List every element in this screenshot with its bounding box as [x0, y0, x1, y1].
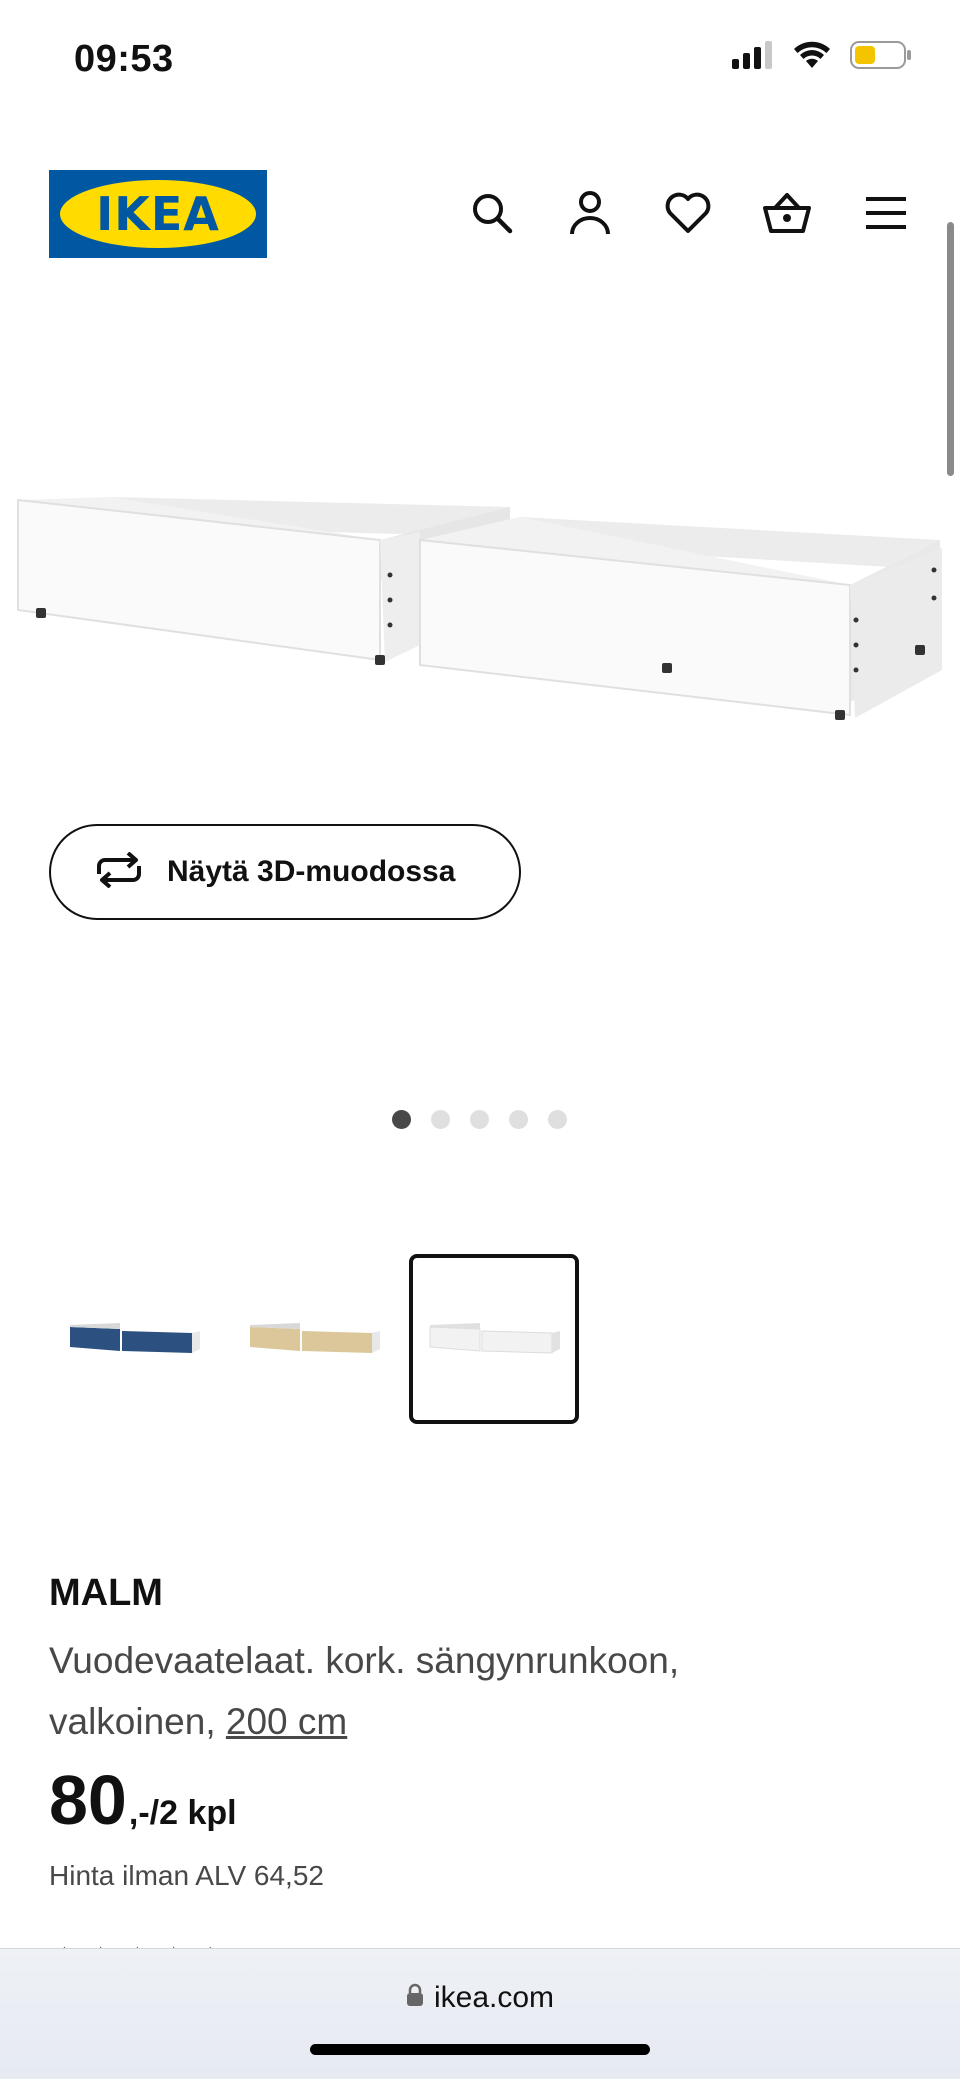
url-display[interactable]: ikea.com: [0, 1981, 960, 2015]
product-name: MALM: [49, 1572, 163, 1614]
search-icon[interactable]: [467, 188, 517, 238]
logo-oval: IKEA: [60, 180, 256, 248]
carousel-dots: [392, 1110, 567, 1129]
browser-url-bar[interactable]: ikea.com: [0, 1948, 960, 2079]
basket-icon[interactable]: [762, 188, 812, 238]
variant-selector: [49, 1254, 579, 1424]
heart-icon[interactable]: [663, 188, 713, 238]
size-link[interactable]: 200 cm: [226, 1701, 347, 1742]
site-header: IKEA: [0, 160, 960, 270]
battery-icon: [850, 40, 912, 75]
variant-oak[interactable]: [229, 1254, 399, 1424]
carousel-dot[interactable]: [431, 1110, 450, 1129]
home-indicator[interactable]: [310, 2044, 650, 2055]
ikea-logo[interactable]: IKEA: [49, 170, 267, 258]
logo-text: IKEA: [96, 187, 220, 241]
carousel-dot[interactable]: [392, 1110, 411, 1129]
wifi-icon: [792, 40, 832, 75]
status-time: 09:53: [74, 38, 174, 80]
account-icon[interactable]: [565, 188, 615, 238]
product-main-image[interactable]: [0, 440, 960, 740]
variant-blue[interactable]: [49, 1254, 219, 1424]
product-description: Vuodevaatelaat. kork. sängynrunkoon, val…: [49, 1630, 849, 1752]
carousel-dot[interactable]: [548, 1110, 567, 1129]
carousel-dot[interactable]: [509, 1110, 528, 1129]
price-main: 80: [49, 1761, 127, 1839]
price-without-vat: Hinta ilman ALV 64,52: [49, 1860, 324, 1891]
carousel-dot[interactable]: [470, 1110, 489, 1129]
status-icons: [732, 40, 912, 75]
view-3d-button[interactable]: Näytä 3D-muodossa: [49, 824, 521, 920]
price-suffix: ,-/2 kpl: [128, 1794, 237, 1832]
lock-icon: [406, 1981, 424, 2015]
variant-white[interactable]: [409, 1254, 579, 1424]
status-bar: 09:53: [0, 0, 960, 120]
rotate-3d-icon: [93, 850, 145, 893]
cellular-signal-icon: [732, 41, 774, 74]
product-price: 80 ,-/2 kpl: [49, 1760, 237, 1840]
product-description-text: Vuodevaatelaat. kork. sängynrunkoon, val…: [49, 1640, 680, 1742]
url-text: ikea.com: [433, 1981, 555, 2014]
menu-icon[interactable]: [861, 188, 911, 238]
page-scrollbar[interactable]: [947, 222, 954, 476]
view-3d-label: Näytä 3D-muodossa: [167, 855, 456, 888]
